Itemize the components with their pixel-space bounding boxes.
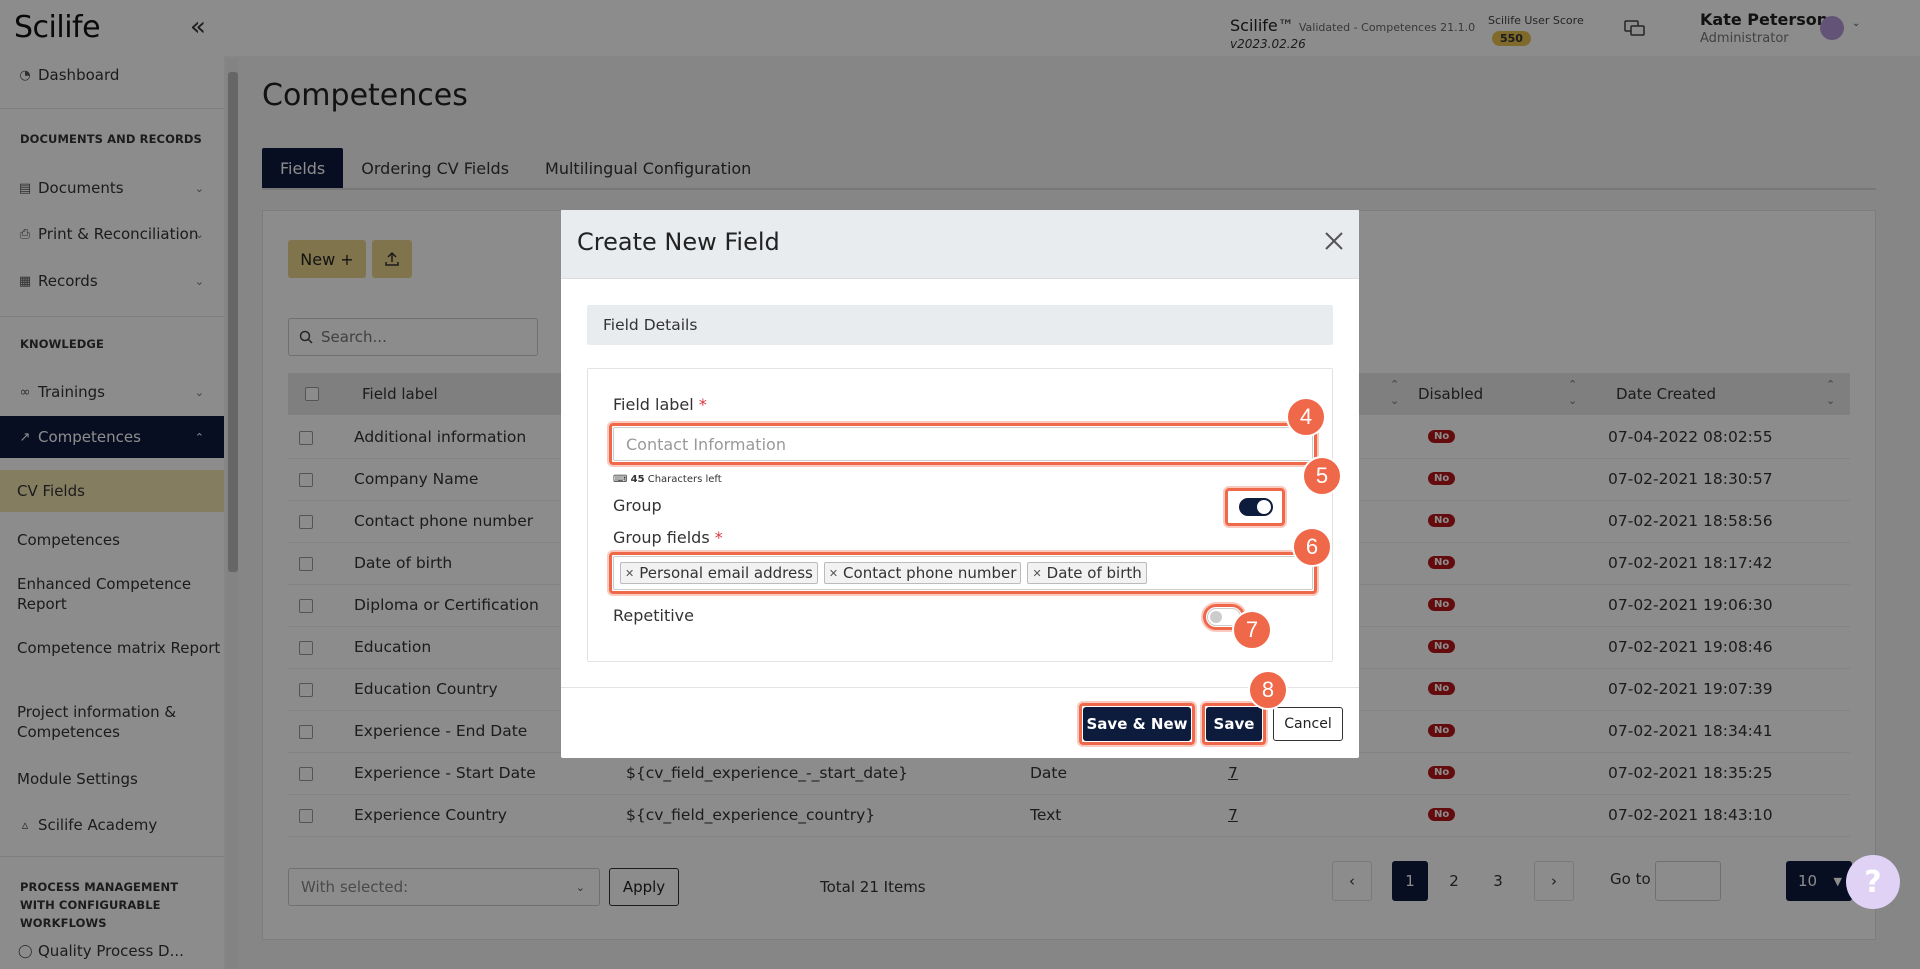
group-label: Group [613, 496, 662, 515]
field-label-label: Field label * [613, 395, 707, 414]
step-marker-5: 5 [1302, 456, 1342, 496]
repetitive-label: Repetitive [613, 606, 694, 625]
highlight-save [1202, 703, 1266, 745]
step-marker-6: 6 [1292, 527, 1332, 567]
modal-footer-divider [561, 687, 1359, 688]
close-icon[interactable] [1323, 230, 1345, 252]
field-details-header: Field Details [587, 305, 1333, 345]
step-marker-8: 8 [1248, 670, 1288, 710]
create-field-modal: Create New Field Field Details Field lab… [561, 210, 1359, 758]
highlight-field-label [609, 423, 1317, 465]
group-fields-label: Group fields * [613, 528, 723, 547]
highlight-group-toggle [1225, 488, 1285, 526]
highlight-save-new [1079, 703, 1195, 745]
modal-title: Create New Field [577, 228, 780, 256]
characters-left: ⌨ 45 Characters left [613, 474, 722, 485]
cancel-button[interactable]: Cancel [1273, 707, 1343, 741]
step-marker-4: 4 [1286, 397, 1326, 437]
help-button[interactable]: ? [1846, 855, 1900, 909]
highlight-group-fields [609, 552, 1317, 594]
step-marker-7: 7 [1232, 610, 1272, 650]
modal-header: Create New Field [561, 210, 1359, 279]
